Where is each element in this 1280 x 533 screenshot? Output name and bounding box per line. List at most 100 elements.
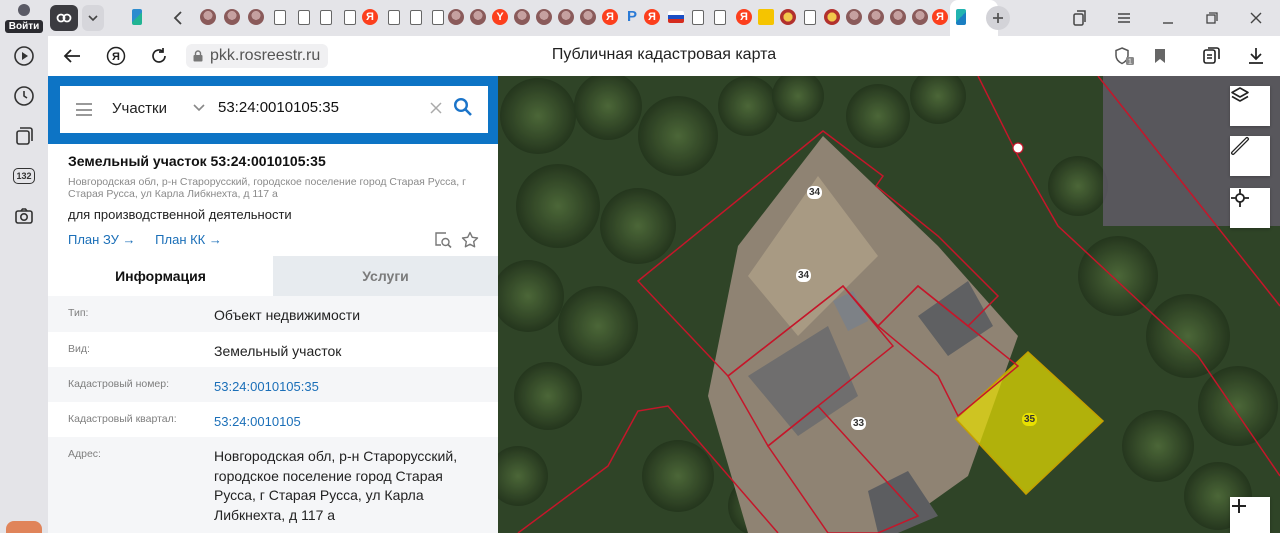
plan-zu-link[interactable]: План ЗУ →	[68, 232, 136, 247]
cadastral-number-link[interactable]: 53:24:0010105:35	[214, 377, 484, 397]
plot-label[interactable]: 33	[851, 417, 867, 430]
yandex-icon[interactable]: Я	[932, 9, 948, 25]
coat-of-arms-icon[interactable]	[780, 9, 796, 25]
plan-links: План ЗУ → План КК →	[68, 232, 238, 247]
chevron-down-icon[interactable]	[193, 101, 205, 115]
tab-favicon-avatar[interactable]	[536, 9, 552, 25]
attr-label: Тип:	[68, 307, 89, 319]
tab-favicon-avatar[interactable]	[846, 9, 862, 25]
attr-value: Новгородская обл, р-н Старорусский, горо…	[214, 448, 458, 523]
yandex-logo-icon[interactable]: Я	[104, 44, 128, 68]
restore-icon[interactable]	[1200, 5, 1224, 31]
tab-favicon-avatar[interactable]	[868, 9, 884, 25]
chevron-down-icon[interactable]	[82, 5, 104, 31]
back-arrow-icon[interactable]	[60, 44, 84, 68]
reading-list-icon[interactable]	[1200, 44, 1224, 68]
search-type-select[interactable]: Участки	[112, 100, 167, 117]
plot-label[interactable]: 34	[796, 269, 812, 282]
tab-favicon-document[interactable]	[692, 10, 704, 25]
download-icon[interactable]	[1244, 44, 1268, 68]
zoom-in-button[interactable]	[1230, 497, 1270, 533]
tab-favicon-document[interactable]	[298, 10, 310, 25]
menu-icon[interactable]	[1112, 5, 1136, 31]
scroll-tabs-left-icon[interactable]	[168, 5, 188, 31]
plan-kk-link[interactable]: План КК →	[155, 232, 222, 247]
play-icon[interactable]	[12, 44, 36, 68]
tab-favicon-document[interactable]	[714, 10, 726, 25]
tab-groups-icon[interactable]	[50, 5, 78, 31]
russia-flag-icon[interactable]	[668, 11, 684, 23]
tab-favicon-document[interactable]	[320, 10, 332, 25]
layers-icon	[1231, 87, 1249, 102]
tab-favicon-document[interactable]	[804, 10, 816, 25]
lock-icon	[193, 50, 203, 62]
bookmark-icon[interactable]	[1148, 44, 1172, 68]
ruler-icon	[1231, 137, 1249, 155]
clear-icon[interactable]	[430, 98, 442, 119]
tab-favicon-document[interactable]	[410, 10, 422, 25]
p-favicon-icon[interactable]: P	[624, 9, 640, 25]
star-icon[interactable]	[461, 231, 479, 249]
info-panel: Участки 53:24:0010105:35 Земельный участ…	[48, 76, 514, 533]
find-on-map-icon[interactable]	[434, 231, 452, 249]
tab-services[interactable]: Услуги	[273, 256, 498, 296]
new-tab-plus-icon[interactable]	[986, 6, 1010, 30]
layers-button[interactable]	[1230, 86, 1270, 126]
tab-strip: Я Y Я P Я Я Я	[48, 0, 1280, 36]
tab-favicon-avatar[interactable]	[470, 9, 486, 25]
login-button[interactable]: Войти	[4, 2, 44, 34]
locate-button[interactable]	[1230, 188, 1270, 228]
tab-favicon-avatar[interactable]	[558, 9, 574, 25]
yandex-browser-icon[interactable]: Y	[492, 9, 508, 25]
tab-favicon-avatar[interactable]	[448, 9, 464, 25]
alice-icon[interactable]	[6, 521, 42, 533]
tab-favicon-document[interactable]	[274, 10, 286, 25]
coat-of-arms-icon[interactable]	[824, 9, 840, 25]
yandex-icon[interactable]: Я	[644, 9, 660, 25]
tab-favicon-document[interactable]	[432, 10, 444, 25]
tab-favicon-avatar[interactable]	[580, 9, 596, 25]
yandex-icon[interactable]: Я	[602, 9, 618, 25]
yandex-icon[interactable]: Я	[736, 9, 752, 25]
browser-side-rail: Войти 132	[0, 0, 48, 533]
minimize-icon[interactable]	[1156, 5, 1180, 31]
tab-favicon-avatar[interactable]	[890, 9, 906, 25]
history-icon[interactable]	[12, 84, 36, 108]
plot-label[interactable]: 34	[807, 186, 823, 199]
url-field[interactable]: pkk.rosreestr.ru	[186, 44, 329, 68]
measure-button[interactable]	[1230, 136, 1270, 176]
tab-favicon-avatar[interactable]	[912, 9, 928, 25]
tab-info[interactable]: Информация	[48, 256, 273, 296]
tab-favicon-document[interactable]	[344, 10, 356, 25]
attr-label: Кадастровый квартал:	[68, 413, 177, 425]
parcel-title: Земельный участок 53:24:0010105:35	[68, 153, 326, 169]
collections-icon[interactable]	[12, 124, 36, 148]
search-icon[interactable]	[453, 97, 475, 119]
tab-favicon-avatar[interactable]	[514, 9, 530, 25]
search-input[interactable]: 53:24:0010105:35	[218, 99, 339, 116]
rosreestr-favicon-icon	[956, 9, 966, 25]
camera-icon[interactable]	[12, 204, 36, 228]
selected-plot-label[interactable]: 35	[1022, 413, 1038, 426]
mail-counter[interactable]: 132	[12, 164, 36, 188]
cadastral-quarter-link[interactable]: 53:24:0010105	[214, 412, 484, 432]
zen-icon[interactable]	[758, 9, 774, 25]
tab-favicon-avatar[interactable]	[200, 9, 216, 25]
hamburger-menu-icon[interactable]	[76, 103, 92, 116]
attr-value: Земельный участок	[214, 343, 342, 359]
attr-row-kind: Вид: Земельный участок	[48, 332, 498, 367]
pinned-tab-icon[interactable]	[132, 9, 142, 25]
yandex-icon[interactable]: Я	[362, 9, 378, 25]
tab-favicon-avatar[interactable]	[248, 9, 264, 25]
attr-row-type: Тип: Объект недвижимости	[48, 296, 498, 332]
protect-icon[interactable]: 1	[1112, 44, 1136, 68]
user-icon	[18, 4, 30, 16]
tab-list-icon[interactable]	[1068, 5, 1092, 31]
cadastral-map[interactable]: 34 34 33 35	[498, 76, 1280, 533]
tab-favicon-document[interactable]	[388, 10, 400, 25]
close-window-icon[interactable]	[1244, 5, 1268, 31]
tab-favicon-avatar[interactable]	[224, 9, 240, 25]
attr-row-cadastral-number: Кадастровый номер: 53:24:0010105:35	[48, 367, 498, 402]
reload-icon[interactable]	[147, 44, 171, 68]
attr-label: Адрес:	[68, 448, 101, 460]
